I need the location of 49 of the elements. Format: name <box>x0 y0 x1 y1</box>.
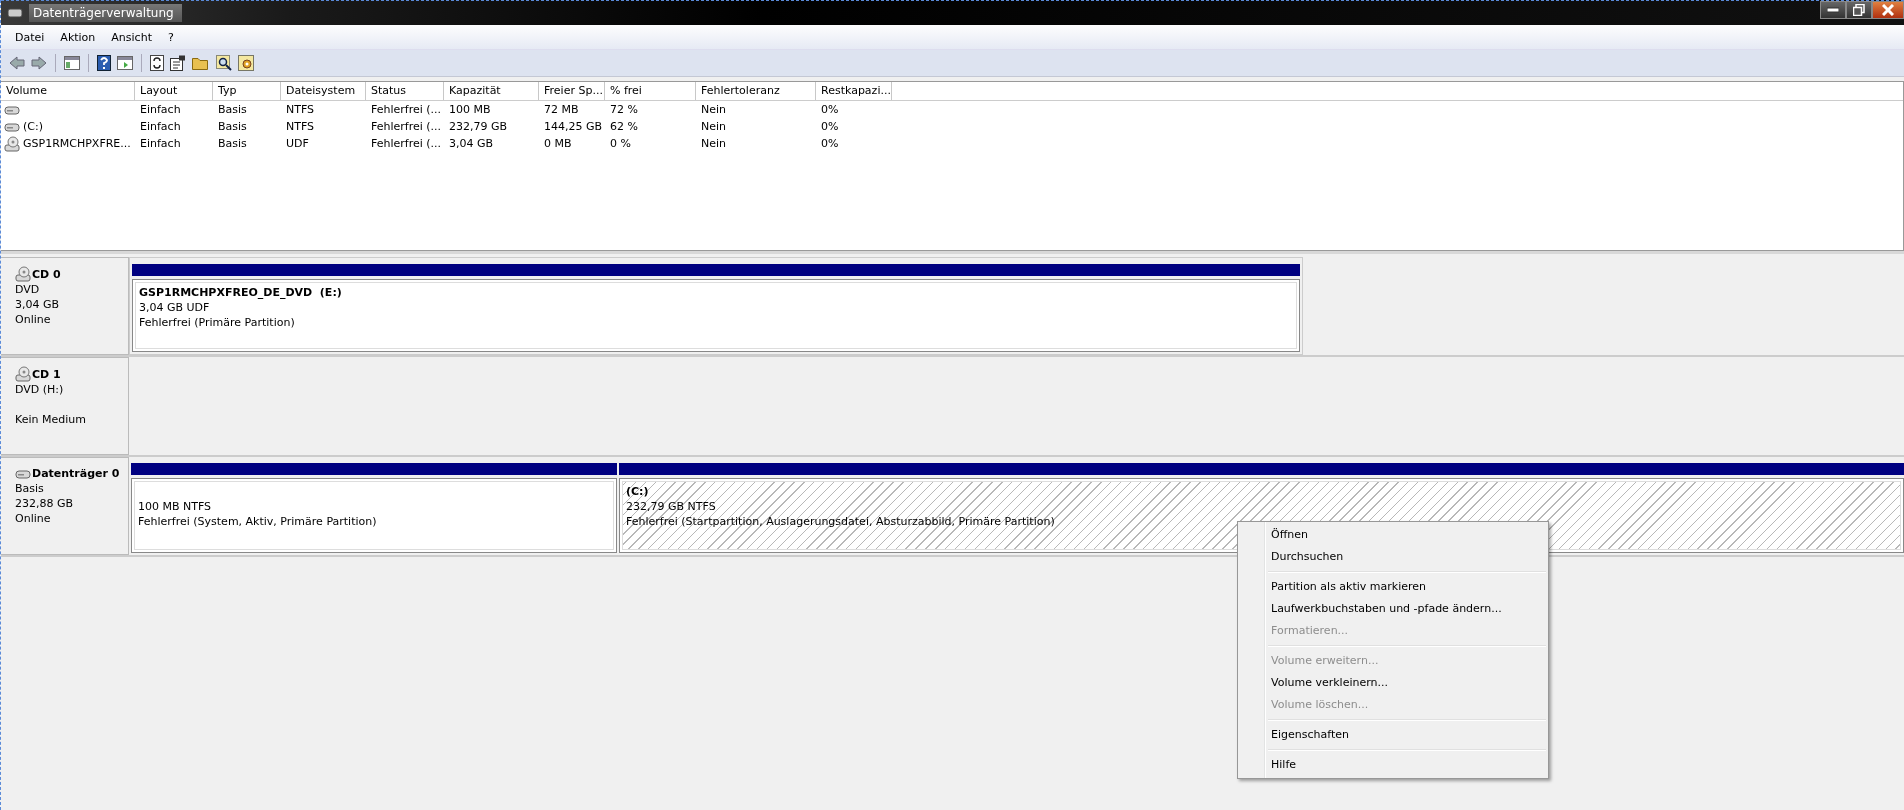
table-cell: (C:) <box>23 120 43 133</box>
disk-type: DVD <box>15 282 41 297</box>
table-cell: Nein <box>701 120 727 133</box>
table-cell: Nein <box>701 137 727 150</box>
table-cell: 0% <box>821 120 839 133</box>
table-cell: Einfach <box>140 120 181 133</box>
disk-name: CD 1 <box>32 366 61 382</box>
table-cell: Einfach <box>140 103 181 116</box>
partition-status: Fehlerfrei (System, Aktiv, Primäre Partition) <box>138 514 378 529</box>
partition-status: Fehlerfrei (Startpartition, Auslagerungsdatei, Absturzabbild, Primäre Partition) <box>626 514 1056 529</box>
disk-name: Datenträger 0 <box>32 466 120 481</box>
table-cell: Basis <box>218 103 247 116</box>
partition-title: GSP1RMCHPXFREO_DE_DVD (E:) <box>139 285 343 300</box>
table-cell: 0 MB <box>544 137 572 150</box>
table-cell: Fehlerfrei (... <box>371 120 442 133</box>
disk-type: Basis <box>15 481 45 496</box>
partition-status: Fehlerfrei (Primäre Partition) <box>139 315 296 330</box>
disk-status: Kein Medium <box>15 412 87 427</box>
disk-size: 3,04 GB <box>15 297 61 312</box>
table-cell: GSP1RMCHPXFRE... <box>23 137 131 150</box>
table-cell: 100 MB <box>449 103 491 116</box>
table-cell: 232,79 GB <box>449 120 508 133</box>
disk-status: Online <box>15 511 52 526</box>
disk-type: DVD (H:) <box>15 382 65 397</box>
table-cell: NTFS <box>286 120 315 133</box>
table-cell: Nein <box>701 103 727 116</box>
table-cell: 72 MB <box>544 103 579 116</box>
table-cell: 0% <box>821 137 839 150</box>
window-title: Datenträgerverwaltung <box>29 4 182 22</box>
table-cell: Fehlerfrei (... <box>371 103 442 116</box>
table-cell: Fehlerfrei (... <box>371 137 442 150</box>
table-cell: 72 % <box>610 103 638 116</box>
partition-size: 232,79 GB NTFS <box>626 499 717 514</box>
table-cell: 0 % <box>610 137 631 150</box>
table-cell: 3,04 GB <box>449 137 494 150</box>
table-cell: NTFS <box>286 103 315 116</box>
table-cell: 144,25 GB <box>544 120 603 133</box>
table-cell: Basis <box>218 120 247 133</box>
table-cell: Basis <box>218 137 247 150</box>
table-cell: Einfach <box>140 137 181 150</box>
table-cell: UDF <box>286 137 309 150</box>
partition-size: 100 MB NTFS <box>138 499 213 514</box>
disk-size: 232,88 GB <box>15 496 75 511</box>
disk-name: CD 0 <box>32 266 61 282</box>
table-cell: 0% <box>821 103 839 116</box>
partition-size: 3,04 GB UDF <box>139 300 211 315</box>
table-cell: 62 % <box>610 120 638 133</box>
partition-title: (C:) <box>626 484 650 499</box>
disk-status: Online <box>15 312 52 327</box>
